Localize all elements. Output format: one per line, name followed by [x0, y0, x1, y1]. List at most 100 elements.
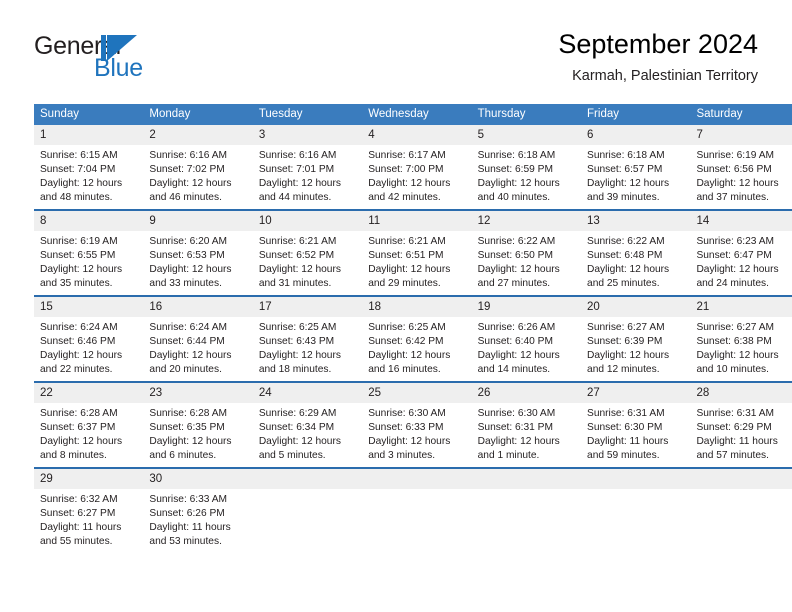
calendar-day-cell[interactable]: 19 Sunrise: 6:26 AM Sunset: 6:40 PM Dayligh…	[471, 295, 582, 382]
daylight-text-line2: and 35 minutes.	[40, 278, 113, 289]
daylight-text-line2: and 14 minutes.	[477, 364, 551, 375]
daylight-text-line1: Daylight: 12 hours	[368, 264, 451, 275]
day-number: 13	[581, 211, 691, 231]
sunrise-text: Sunrise: 6:28 AM	[40, 408, 118, 419]
sunrise-text: Sunrise: 6:19 AM	[696, 150, 775, 161]
day-details: Sunrise: 6:27 AM Sunset: 6:38 PM Daylight:…	[690, 317, 792, 377]
calendar-day-cell[interactable]: 12 Sunrise: 6:22 AM Sunset: 6:50 PM Dayligh…	[471, 209, 582, 296]
calendar-day-cell[interactable]: 13 Sunrise: 6:22 AM Sunset: 6:48 PM Dayligh…	[581, 209, 691, 296]
daylight-text-line2: and 5 minutes.	[258, 450, 326, 461]
day-details: Sunrise: 6:31 AM Sunset: 6:29 PM Daylight:…	[690, 403, 792, 463]
daylight-text-line2: and 3 minutes.	[368, 450, 436, 461]
day-number	[252, 469, 363, 489]
calendar-table: Sunday Monday Tuesday Wednesday Thursday…	[34, 104, 792, 553]
calendar-day-cell[interactable]: 24 Sunrise: 6:29 AM Sunset: 6:34 PM Dayligh…	[252, 381, 363, 468]
calendar-day-cell[interactable]: 30 Sunrise: 6:33 AM Sunset: 6:26 PM Dayligh…	[143, 467, 253, 553]
daylight-text-line2: and 1 minute.	[477, 450, 540, 461]
calendar-empty-cell	[581, 467, 691, 553]
day-number	[471, 469, 582, 489]
day-details: Sunrise: 6:30 AM Sunset: 6:33 PM Daylight:…	[362, 403, 471, 463]
calendar-day-cell[interactable]: 3 Sunrise: 6:16 AM Sunset: 7:01 PM Daylight…	[252, 125, 363, 210]
calendar-body: 1 Sunrise: 6:15 AM Sunset: 7:04 PM Daylight…	[34, 125, 792, 553]
day-number: 21	[690, 297, 792, 317]
sunrise-text: Sunrise: 6:15 AM	[40, 150, 118, 161]
calendar-day-cell[interactable]: 22 Sunrise: 6:28 AM Sunset: 6:37 PM Dayligh…	[34, 381, 144, 468]
sunset-text: Sunset: 6:33 PM	[368, 422, 444, 433]
calendar-day-cell[interactable]: 4 Sunrise: 6:17 AM Sunset: 7:00 PM Daylight…	[362, 125, 472, 210]
calendar-day-cell[interactable]: 14 Sunrise: 6:23 AM Sunset: 6:47 PM Dayligh…	[690, 209, 792, 296]
calendar-day-cell[interactable]: 10 Sunrise: 6:21 AM Sunset: 6:52 PM Dayligh…	[252, 209, 363, 296]
calendar-day-cell[interactable]: 11 Sunrise: 6:21 AM Sunset: 6:51 PM Dayligh…	[362, 209, 472, 296]
sunset-text: Sunset: 6:37 PM	[40, 422, 116, 433]
sunrise-text: Sunrise: 6:18 AM	[587, 150, 665, 161]
day-number: 15	[34, 297, 144, 317]
daylight-text-line1: Daylight: 12 hours	[587, 264, 670, 275]
calendar-day-cell[interactable]: 25 Sunrise: 6:30 AM Sunset: 6:33 PM Dayligh…	[362, 381, 472, 468]
day-number: 25	[362, 383, 472, 403]
day-details: Sunrise: 6:29 AM Sunset: 6:34 PM Daylight:…	[253, 403, 362, 463]
daylight-text-line1: Daylight: 12 hours	[696, 350, 779, 361]
calendar-day-cell[interactable]: 21 Sunrise: 6:27 AM Sunset: 6:38 PM Dayligh…	[690, 295, 792, 382]
day-number: 5	[471, 125, 582, 145]
calendar-day-cell[interactable]: 26 Sunrise: 6:30 AM Sunset: 6:31 PM Dayligh…	[471, 381, 582, 468]
day-number: 7	[690, 125, 792, 145]
daylight-text-line1: Daylight: 12 hours	[477, 350, 560, 361]
calendar-day-cell[interactable]: 28 Sunrise: 6:31 AM Sunset: 6:29 PM Dayligh…	[690, 381, 792, 468]
sunrise-text: Sunrise: 6:31 AM	[696, 408, 775, 419]
sunrise-text: Sunrise: 6:16 AM	[149, 150, 227, 161]
day-details: Sunrise: 6:22 AM Sunset: 6:50 PM Daylight:…	[472, 231, 581, 291]
calendar-day-cell[interactable]: 9 Sunrise: 6:20 AM Sunset: 6:53 PM Daylight…	[143, 209, 253, 296]
calendar-day-cell[interactable]: 16 Sunrise: 6:24 AM Sunset: 6:44 PM Dayligh…	[143, 295, 253, 382]
day-number: 11	[362, 211, 472, 231]
calendar-header-row: Sunday Monday Tuesday Wednesday Thursday…	[34, 104, 792, 125]
calendar-week-row: 22 Sunrise: 6:28 AM Sunset: 6:37 PM Dayligh…	[34, 381, 792, 468]
calendar-day-cell[interactable]: 29 Sunrise: 6:32 AM Sunset: 6:27 PM Dayligh…	[34, 467, 144, 553]
sunrise-text: Sunrise: 6:18 AM	[477, 150, 556, 161]
sunset-text: Sunset: 6:46 PM	[40, 336, 116, 347]
calendar-week-row: 8 Sunrise: 6:19 AM Sunset: 6:55 PM Daylight…	[34, 209, 792, 296]
calendar-day-cell[interactable]: 2 Sunrise: 6:16 AM Sunset: 7:02 PM Daylight…	[143, 125, 253, 210]
day-number: 30	[143, 469, 253, 489]
calendar-day-cell[interactable]: 17 Sunrise: 6:25 AM Sunset: 6:43 PM Dayligh…	[252, 295, 363, 382]
calendar-day-cell[interactable]: 8 Sunrise: 6:19 AM Sunset: 6:55 PM Daylight…	[34, 209, 144, 296]
day-number: 18	[362, 297, 472, 317]
day-number: 23	[143, 383, 253, 403]
calendar-day-cell[interactable]: 15 Sunrise: 6:24 AM Sunset: 6:46 PM Dayligh…	[34, 295, 144, 382]
day-details: Sunrise: 6:24 AM Sunset: 6:46 PM Daylight:…	[34, 317, 143, 377]
sunrise-text: Sunrise: 6:33 AM	[149, 494, 227, 505]
sunset-text: Sunset: 6:51 PM	[368, 250, 444, 261]
calendar-day-cell[interactable]: 27 Sunrise: 6:31 AM Sunset: 6:30 PM Dayligh…	[581, 381, 691, 468]
daylight-text-line2: and 48 minutes.	[40, 192, 113, 203]
day-number: 27	[581, 383, 691, 403]
calendar-day-cell[interactable]: 18 Sunrise: 6:25 AM Sunset: 6:42 PM Dayligh…	[362, 295, 472, 382]
daylight-text-line2: and 20 minutes.	[149, 364, 222, 375]
daylight-text-line1: Daylight: 12 hours	[477, 264, 560, 275]
calendar-day-cell[interactable]: 20 Sunrise: 6:27 AM Sunset: 6:39 PM Dayligh…	[581, 295, 691, 382]
sunset-text: Sunset: 6:43 PM	[258, 336, 335, 347]
calendar-day-cell[interactable]: 5 Sunrise: 6:18 AM Sunset: 6:59 PM Daylight…	[471, 125, 582, 210]
daylight-text-line2: and 8 minutes.	[40, 450, 107, 461]
daylight-text-line1: Daylight: 12 hours	[477, 178, 560, 189]
day-details: Sunrise: 6:25 AM Sunset: 6:43 PM Daylight:…	[253, 317, 362, 377]
sunrise-text: Sunrise: 6:27 AM	[587, 322, 665, 333]
calendar-day-cell[interactable]: 23 Sunrise: 6:28 AM Sunset: 6:35 PM Dayligh…	[143, 381, 253, 468]
day-number: 4	[362, 125, 472, 145]
page-title: September 2024	[558, 29, 758, 59]
sunset-text: Sunset: 6:27 PM	[40, 508, 116, 519]
sunrise-text: Sunrise: 6:27 AM	[696, 322, 775, 333]
calendar-day-cell[interactable]: 6 Sunrise: 6:18 AM Sunset: 6:57 PM Daylight…	[581, 125, 691, 210]
sunset-text: Sunset: 7:01 PM	[258, 164, 335, 175]
day-number: 22	[34, 383, 144, 403]
sunset-text: Sunset: 6:34 PM	[258, 422, 335, 433]
sunset-text: Sunset: 6:56 PM	[696, 164, 772, 175]
daylight-text-line1: Daylight: 12 hours	[149, 178, 232, 189]
daylight-text-line2: and 12 minutes.	[587, 364, 660, 375]
calendar-day-cell[interactable]: 7 Sunrise: 6:19 AM Sunset: 6:56 PM Daylight…	[690, 125, 792, 210]
brand-logo[interactable]: General Blue	[34, 32, 264, 90]
calendar-day-cell[interactable]: 1 Sunrise: 6:15 AM Sunset: 7:04 PM Daylight…	[34, 125, 144, 210]
day-details: Sunrise: 6:21 AM Sunset: 6:52 PM Daylight:…	[253, 231, 362, 291]
sunset-text: Sunset: 6:52 PM	[258, 250, 335, 261]
sunset-text: Sunset: 6:35 PM	[149, 422, 225, 433]
daylight-text-line2: and 53 minutes.	[149, 536, 222, 547]
sunrise-text: Sunrise: 6:30 AM	[368, 408, 446, 419]
